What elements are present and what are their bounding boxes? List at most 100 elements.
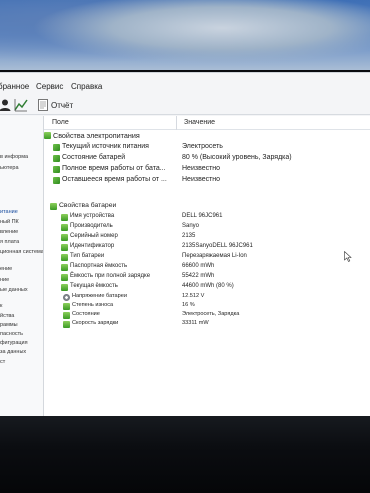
sidebar-item-multimedia[interactable]: ние: [0, 277, 9, 283]
row-field: Производитель: [70, 223, 113, 229]
sidebar-item-storage[interactable]: ые данных: [0, 287, 28, 293]
column-field[interactable]: Поле: [52, 119, 69, 126]
row-value: 12.512 V: [182, 293, 205, 299]
sidebar-item-config[interactable]: фигурация: [0, 340, 28, 346]
table-row[interactable]: Полное время работы от бата... Неизвестн…: [44, 165, 370, 175]
sidebar-item-computer[interactable]: ьютера: [0, 165, 19, 171]
row-field: Тип батареи: [70, 253, 105, 259]
row-value: Электросеть: [182, 143, 223, 150]
table-row[interactable]: Оставшееся время работы от ... Неизвестн…: [44, 176, 370, 186]
row-field: Идентификатор: [70, 243, 115, 249]
battery-icon: [44, 132, 51, 139]
battery-icon: [61, 214, 68, 221]
sidebar-item-security[interactable]: пасность: [0, 331, 23, 337]
report-button[interactable]: Отчёт: [38, 97, 73, 113]
row-value: Неизвестно: [182, 165, 221, 172]
row-value: 2135: [182, 233, 196, 239]
battery-icon: [61, 274, 68, 281]
battery-section-header[interactable]: Свойства батареи: [44, 202, 370, 212]
battery-icon: [61, 224, 68, 231]
section-title: Свойства электропитания: [53, 131, 140, 140]
report-icon: [38, 99, 48, 111]
battery-status-icon: [53, 155, 60, 162]
table-row[interactable]: Серийный номер 2135: [44, 233, 370, 243]
table-row[interactable]: Идентификатор 2135SanyoDELL 96JC961: [44, 243, 370, 253]
row-field: Текущая ёмкость: [70, 283, 118, 289]
sidebar-item-info[interactable]: в информа: [0, 154, 28, 160]
sidebar-item-os[interactable]: ционная система: [0, 249, 43, 255]
row-field: Состояние: [72, 311, 100, 317]
sidebar-tree: в информа ьютера итание ный ПК вление я …: [0, 116, 44, 417]
chart-icon[interactable]: [14, 98, 28, 112]
user-icon[interactable]: [0, 98, 12, 112]
time-icon: [53, 166, 60, 173]
battery-icon: [61, 254, 68, 261]
time-icon: [53, 177, 60, 184]
sidebar-item-portable[interactable]: ный ПК: [0, 219, 19, 225]
column-value[interactable]: Значение: [184, 119, 215, 126]
row-value: Sanyo: [182, 223, 200, 229]
battery-icon: [61, 284, 68, 291]
table-row[interactable]: Ёмкость при полной зарядке 55422 mWh: [44, 273, 370, 283]
table-row[interactable]: Состояние батарей 80 % (Высокий уровень,…: [44, 154, 370, 164]
toolbar: Отчёт: [0, 95, 370, 115]
battery-icon: [63, 312, 70, 319]
row-value: DELL 96JC961: [182, 213, 223, 219]
menu-service[interactable]: Сервис: [36, 82, 63, 91]
details-table: Поле Значение Свойства электропитания Те…: [44, 116, 370, 417]
row-value: 66600 mWh: [182, 263, 215, 269]
sidebar-item-programs[interactable]: раммы: [0, 322, 18, 328]
row-value: 55422 mWh: [182, 273, 215, 279]
row-field: Имя устройства: [70, 213, 115, 219]
column-header: Поле Значение: [44, 116, 370, 130]
row-value: 80 % (Высокий уровень, Зарядка): [182, 154, 292, 161]
row-value: 33311 mW: [182, 320, 209, 326]
table-row[interactable]: Текущий источник питания Электросеть: [44, 143, 370, 153]
table-row[interactable]: Имя устройства DELL 96JC961: [44, 213, 370, 223]
report-label: Отчёт: [51, 100, 74, 110]
sidebar-item-network[interactable]: к: [0, 303, 2, 309]
sidebar-item-devices[interactable]: йства: [0, 313, 14, 319]
row-field: Состояние батарей: [62, 154, 126, 161]
mouse-cursor-icon: [344, 251, 352, 262]
row-value: 44600 mWh (80 %): [182, 283, 234, 289]
table-row[interactable]: Текущая ёмкость 44600 mWh (80 %): [44, 283, 370, 293]
voltage-icon: [63, 294, 70, 301]
aida-window: бранное Сервис Справка Отчёт в информа ь: [0, 72, 370, 417]
sidebar-item-display[interactable]: ение: [0, 266, 12, 272]
row-field: Паспортная ёмкость: [70, 263, 128, 269]
row-value: 2135SanyoDELL 96JC961: [182, 243, 253, 249]
row-field: Полное время работы от бата...: [62, 165, 166, 172]
table-row[interactable]: Паспортная ёмкость 66600 mWh: [44, 263, 370, 273]
desktop-wallpaper: [0, 0, 370, 70]
table-row[interactable]: Производитель Sanyo: [44, 223, 370, 233]
table-row[interactable]: Скорость зарядки 33311 mW: [44, 320, 370, 330]
power-source-icon: [53, 144, 60, 151]
row-value: Неизвестно: [182, 176, 221, 183]
sidebar-item-database[interactable]: за данных: [0, 349, 26, 355]
row-value: Электросеть, Зарядка: [182, 311, 240, 317]
row-value: 16 %: [182, 302, 195, 308]
row-field: Оставшееся время работы от ...: [62, 176, 167, 183]
row-field: Текущий источник питания: [62, 143, 149, 150]
row-field: Серийный номер: [70, 233, 118, 239]
table-row[interactable]: Тип батареи Перезаряжаемая Li-Ion: [44, 253, 370, 263]
sidebar-item-overclock[interactable]: вление: [0, 229, 18, 235]
column-divider[interactable]: [176, 116, 177, 130]
section-title: Свойства батареи: [59, 202, 117, 209]
row-value: Перезаряжаемая Li-Ion: [182, 253, 247, 259]
battery-icon: [50, 203, 57, 210]
row-field: Скорость зарядки: [72, 320, 119, 326]
menu-favorites[interactable]: бранное: [0, 82, 29, 91]
row-field: Напряжение батареи: [72, 293, 128, 299]
sidebar-item-motherboard[interactable]: я плата: [0, 239, 19, 245]
battery-icon: [63, 321, 70, 328]
power-section-header[interactable]: Свойства электропитания: [44, 131, 370, 141]
battery-icon: [61, 264, 68, 271]
row-field: Степень износа: [72, 302, 114, 308]
menu-help[interactable]: Справка: [71, 82, 102, 91]
sidebar-item-power[interactable]: итание: [0, 209, 18, 215]
row-field: Ёмкость при полной зарядке: [70, 273, 151, 279]
menu-bar: бранное Сервис Справка: [0, 77, 370, 95]
sidebar-item-test[interactable]: ст: [0, 359, 5, 365]
